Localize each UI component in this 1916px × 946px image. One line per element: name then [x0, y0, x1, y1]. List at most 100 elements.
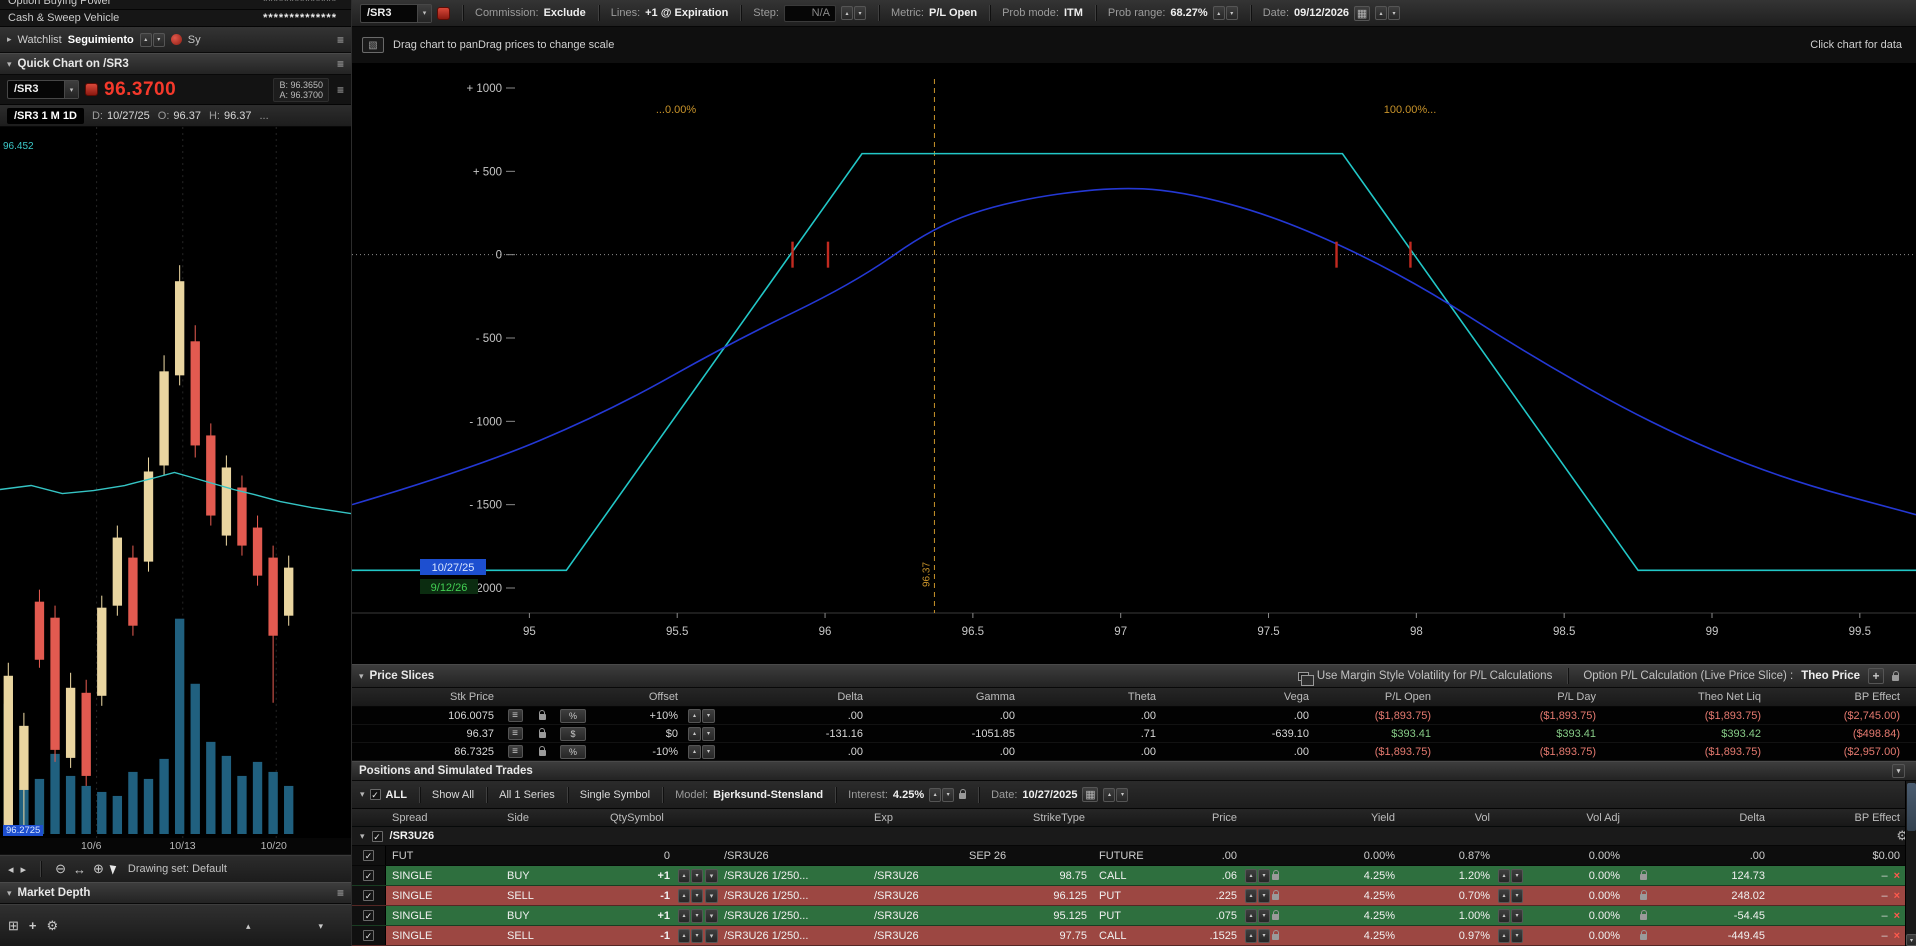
lock-icon[interactable]	[539, 750, 546, 756]
qty-stepper[interactable]	[678, 909, 703, 923]
prob-range-stepper[interactable]	[1213, 6, 1238, 20]
group-checkbox[interactable]	[372, 831, 383, 842]
step-up-icon[interactable]	[1498, 889, 1510, 903]
symbol-mode-filter[interactable]: Single Symbol	[580, 789, 650, 801]
slice-offset[interactable]: +10%	[592, 710, 684, 722]
step-up-icon[interactable]	[688, 727, 701, 741]
user-avatar[interactable]	[171, 34, 182, 45]
step-up-icon[interactable]	[140, 33, 152, 47]
all-label[interactable]: ALL	[386, 789, 407, 801]
cursor-icon[interactable]	[109, 863, 118, 874]
price-stepper[interactable]	[1245, 909, 1270, 923]
step-up-icon[interactable]	[678, 889, 690, 903]
scroll-down-icon[interactable]	[318, 920, 323, 932]
step-down-icon[interactable]	[1226, 6, 1238, 20]
col-strike-type[interactable]: StrikeType	[1031, 812, 1173, 824]
lock-icon[interactable]	[539, 732, 546, 738]
lock-icon[interactable]	[1640, 874, 1647, 880]
col-delta[interactable]: Delta	[1661, 812, 1771, 824]
step-up-icon[interactable]	[1103, 788, 1115, 802]
price-stepper[interactable]	[1245, 889, 1270, 903]
step-down-icon[interactable]	[1511, 929, 1523, 943]
position-row-future[interactable]: FUT 0 /SR3U26 SEP 26 FUTURE .00 0.00% 0.…	[352, 846, 1916, 866]
menu-icon[interactable]	[337, 886, 344, 900]
collapse-icon[interactable]	[1892, 764, 1905, 778]
step-down-icon[interactable]	[1258, 909, 1270, 923]
lock-icon[interactable]	[1640, 894, 1647, 900]
scrollbar-thumb[interactable]	[1907, 783, 1916, 831]
position-row-sell[interactable]: SINGLE SELL -1 /SR3U26 1/250... /SR3U26 …	[352, 926, 1916, 946]
lock-icon[interactable]	[1272, 934, 1279, 940]
row-checkbox[interactable]	[363, 910, 374, 921]
interest-stepper[interactable]	[929, 788, 954, 802]
step-up-icon[interactable]	[688, 709, 701, 723]
qty[interactable]: +1	[576, 870, 676, 882]
lock-icon[interactable]	[1892, 675, 1899, 681]
chevron-down-icon[interactable]	[64, 81, 78, 98]
lock-icon[interactable]	[1272, 914, 1279, 920]
step-down-icon[interactable]	[1258, 869, 1270, 883]
menu-icon[interactable]	[337, 33, 344, 47]
offset-stepper[interactable]	[684, 727, 744, 741]
step-down-icon[interactable]	[1258, 929, 1270, 943]
col-gamma[interactable]: Gamma	[869, 691, 1021, 703]
row-checkbox[interactable]	[363, 930, 374, 941]
close-icon[interactable]: ×	[1894, 910, 1900, 922]
leg-menu-icon[interactable]	[705, 869, 718, 883]
step-down-icon[interactable]	[702, 745, 715, 759]
price-slice-row[interactable]: 106.0075 % +10% .00 .00 .00 .00 ($1,893.…	[352, 707, 1916, 725]
crosshair-icon[interactable]	[93, 861, 104, 877]
qty-stepper[interactable]	[678, 929, 703, 943]
vol-adj[interactable]: 0.00%	[1536, 850, 1626, 862]
lock-icon[interactable]	[1272, 894, 1279, 900]
interest-value[interactable]: 4.25%	[893, 789, 924, 801]
lock-icon[interactable]	[1272, 874, 1279, 880]
calc-value[interactable]: Theo Price	[1801, 670, 1860, 682]
lines-value[interactable]: +1 @ Expiration	[645, 7, 728, 19]
price[interactable]: .225	[1173, 890, 1243, 902]
calendar-icon[interactable]	[1082, 787, 1098, 802]
row-checkbox[interactable]	[363, 850, 374, 861]
step-down-icon[interactable]	[691, 889, 703, 903]
step-down-icon[interactable]	[942, 788, 954, 802]
slice-menu-icon[interactable]	[508, 709, 523, 722]
price-slices-header[interactable]: Price Slices Use Margin Style Volatility…	[352, 664, 1916, 688]
watchlist-stepper[interactable]	[140, 33, 165, 47]
step-up-icon[interactable]	[1213, 6, 1225, 20]
remove-leg-icon[interactable]: –	[1881, 870, 1887, 882]
offset-unit-toggle[interactable]: %	[560, 745, 586, 759]
step-stepper[interactable]	[841, 6, 866, 20]
quick-chart-header[interactable]: Quick Chart on /SR3	[0, 53, 351, 75]
vol-stepper[interactable]	[1498, 869, 1523, 883]
step-down-icon[interactable]	[702, 709, 715, 723]
row-checkbox[interactable]	[363, 870, 374, 881]
pan-right-icon[interactable]	[21, 863, 27, 876]
step-down-icon[interactable]	[1511, 869, 1523, 883]
timeframe-badge[interactable]: /SR3 1 M 1D	[7, 108, 84, 124]
gear-icon[interactable]	[47, 918, 59, 934]
symbol-group-row[interactable]: /SR3U26	[352, 827, 1916, 846]
date-value[interactable]: 10/27/2025	[1022, 789, 1077, 801]
drawing-set-label[interactable]: Drawing set: Default	[128, 863, 227, 875]
step-up-icon[interactable]	[678, 909, 690, 923]
step-down-icon[interactable]	[1258, 889, 1270, 903]
step-up-icon[interactable]	[688, 745, 701, 759]
add-gadget-icon[interactable]	[29, 918, 37, 933]
market-depth-header[interactable]: Market Depth	[0, 882, 351, 904]
col-qty-symbol[interactable]: QtySymbol	[576, 812, 868, 824]
col-theo-net-liq[interactable]: Theo Net Liq	[1602, 691, 1767, 703]
close-icon[interactable]: ×	[1894, 890, 1900, 902]
chevron-down-icon[interactable]	[359, 671, 364, 682]
watchlist-name[interactable]: Seguimiento	[68, 34, 134, 46]
chevron-down-icon[interactable]	[417, 5, 431, 22]
col-vol[interactable]: Vol	[1401, 812, 1496, 824]
col-bp-effect[interactable]: BP Effect	[1767, 691, 1916, 703]
offset-stepper[interactable]	[684, 709, 744, 723]
scroll-up-icon[interactable]	[246, 920, 251, 932]
lock-icon[interactable]	[959, 793, 966, 799]
ohlc-ellipsis[interactable]: ...	[259, 110, 268, 122]
leg-menu-icon[interactable]	[705, 929, 718, 943]
model-value[interactable]: Bjerksund-Stensland	[713, 789, 823, 801]
qty[interactable]: +1	[576, 910, 676, 922]
lock-icon[interactable]	[1640, 914, 1647, 920]
